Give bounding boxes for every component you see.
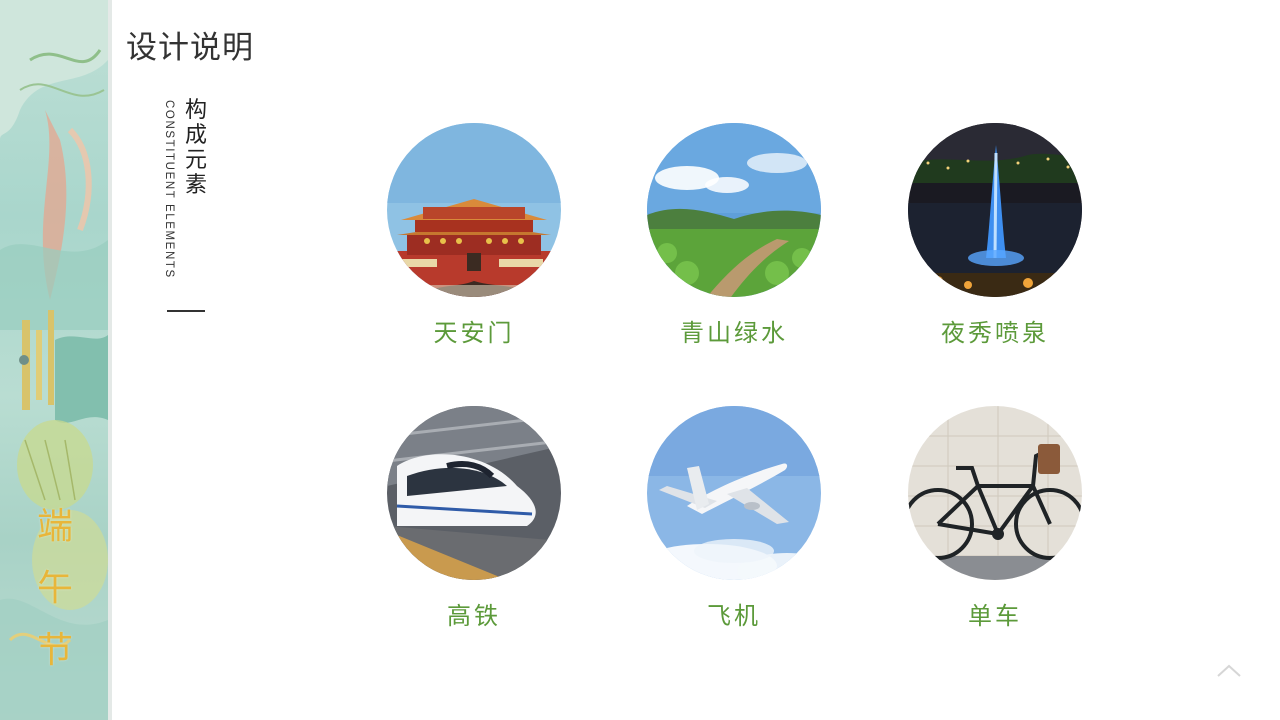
element-card-bicycle: 单车: [885, 406, 1105, 646]
section-label-en: CONSTITUENT ELEMENTS: [163, 100, 175, 279]
tiananmen-image: [387, 123, 561, 297]
element-card-night-fountain: 夜秀喷泉: [885, 123, 1105, 363]
element-label: 青山绿水: [680, 319, 788, 347]
bicycle-image: [908, 406, 1082, 580]
element-label: 高铁: [447, 602, 501, 630]
section-divider: [167, 310, 205, 312]
element-label: 夜秀喷泉: [941, 319, 1049, 347]
strip-divider: [108, 0, 112, 720]
festival-title: 端 午 节: [30, 505, 80, 673]
element-card-high-speed-train: 高铁: [364, 406, 584, 646]
festival-title-char: 端: [36, 506, 73, 547]
element-card-green-hills: 青山绿水: [624, 123, 844, 363]
festival-title-char: 节: [36, 630, 73, 671]
section-label-cn: 构成元素: [184, 98, 207, 198]
airplane-image: [647, 406, 821, 580]
night-fountain-image: [908, 123, 1082, 297]
element-label: 天安门: [433, 319, 515, 347]
page-title: 设计说明: [126, 30, 254, 66]
chevron-up-icon[interactable]: [1216, 660, 1242, 680]
festival-title-char: 午: [36, 568, 73, 609]
element-card-tiananmen: 天安门: [364, 123, 584, 363]
decorative-side-strip: 端 午 节: [0, 0, 108, 720]
green-hills-image: [647, 123, 821, 297]
element-label: 单车: [968, 602, 1022, 630]
element-label: 飞机: [707, 602, 761, 630]
element-card-airplane: 飞机: [624, 406, 844, 646]
high-speed-train-image: [387, 406, 561, 580]
